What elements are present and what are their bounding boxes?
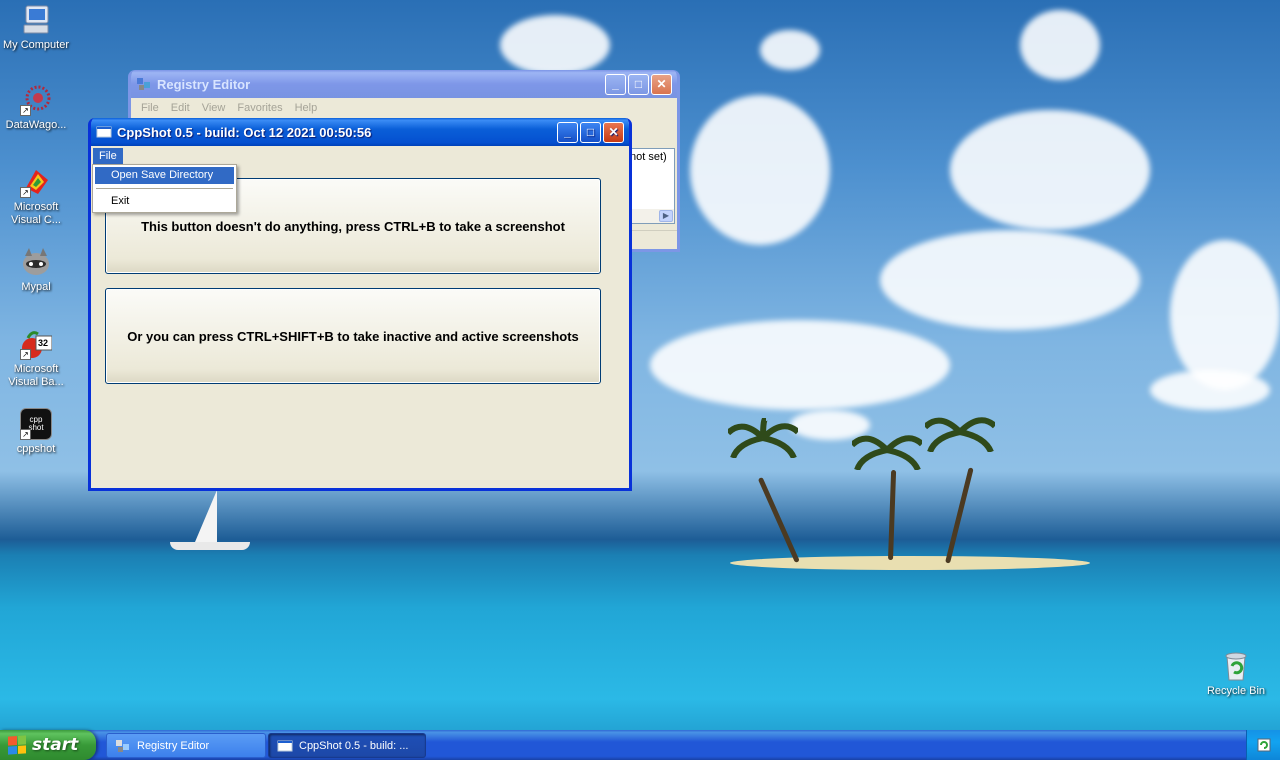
visual-c-icon: ↗ [20, 166, 52, 198]
palm-leaves [925, 417, 995, 452]
desktop-icon-recycle-bin[interactable]: Recycle Bin [1198, 650, 1274, 698]
desktop-icon-label: cppshot [16, 443, 56, 455]
desktop-icon-visual-c[interactable]: ↗ Microsoft Visual C... [0, 166, 74, 227]
cppshot-titlebar[interactable]: CppShot 0.5 - build: Oct 12 2021 00:50:5… [91, 118, 629, 146]
cloud [1150, 370, 1270, 410]
file-menu-dropdown: Open Save Directory Exit [92, 164, 237, 213]
scroll-right-button[interactable]: ▶ [659, 210, 673, 222]
cppshot-window-icon [277, 740, 293, 751]
shortcut-arrow-icon: ↗ [20, 187, 31, 198]
desktop-icon-cppshot[interactable]: cpp shot ↗ cppshot [0, 408, 74, 456]
cloud [760, 30, 820, 70]
chevron-right-icon: ▶ [662, 211, 670, 220]
taskbar-button-cppshot[interactable]: CppShot 0.5 - build: ... [268, 733, 426, 758]
close-button[interactable]: ✕ [651, 73, 672, 95]
taskbar: start Registry Editor CppShot 0.5 - buil… [0, 730, 1280, 760]
minimize-icon: _ [564, 125, 571, 139]
sailboat [195, 490, 217, 542]
palm-tree [888, 469, 897, 561]
shortcut-arrow-icon: ↗ [20, 349, 31, 360]
datawago-icon: ↗ [20, 84, 52, 116]
close-button[interactable]: ✕ [603, 121, 624, 143]
shortcut-arrow-icon: ↗ [20, 429, 31, 440]
menu-help[interactable]: Help [289, 100, 324, 116]
desktop-icon-my-computer[interactable]: My Computer [0, 4, 74, 52]
system-tray [1246, 730, 1280, 760]
close-icon: ✕ [608, 125, 619, 139]
desktop-icon-visual-basic[interactable]: 32 ↗ Microsoft Visual Ba... [0, 328, 74, 389]
windows-logo-icon [8, 735, 26, 755]
sailboat-hull [170, 542, 250, 550]
desktop-icon-label: Microsoft Visual C... [11, 201, 61, 226]
cloud [690, 95, 830, 245]
menu-file[interactable]: File [135, 100, 165, 116]
inactive-active-button[interactable]: Or you can press CTRL+SHIFT+B to take in… [105, 288, 601, 384]
vb-badge: 32 [38, 338, 49, 348]
cloud [650, 320, 950, 410]
cloud [950, 110, 1150, 230]
inactive-active-button-label: Or you can press CTRL+SHIFT+B to take in… [127, 328, 579, 344]
palm-leaves [852, 435, 922, 470]
menu-file[interactable]: File [93, 147, 123, 164]
taskbar-button-label: Registry Editor [137, 739, 210, 752]
screenshot-button-label: This button doesn't do anything, press C… [141, 218, 565, 234]
palm-leaves [728, 418, 798, 458]
cppshot-icon: cpp shot ↗ [20, 408, 52, 440]
minimize-icon: _ [612, 77, 619, 91]
menu-item-open-save-directory[interactable]: Open Save Directory [95, 167, 234, 184]
cppshot-title: CppShot 0.5 - build: Oct 12 2021 00:50:5… [117, 124, 372, 140]
cloud [500, 15, 610, 75]
menu-separator [96, 188, 233, 189]
start-label: start [32, 735, 79, 755]
registry-editor-menubar: File Edit View Favorites Help [131, 98, 677, 117]
menu-item-exit[interactable]: Exit [95, 193, 234, 210]
close-icon: ✕ [656, 77, 667, 91]
menu-view[interactable]: View [196, 100, 232, 116]
menu-edit[interactable]: Edit [165, 100, 196, 116]
my-computer-icon [20, 4, 52, 36]
desktop-icon-label: Mypal [21, 281, 51, 293]
taskbar-button-label: CppShot 0.5 - build: ... [299, 739, 409, 752]
registry-editor-title: Registry Editor [157, 76, 251, 92]
minimize-button[interactable]: _ [605, 73, 626, 95]
taskbar-button-registry-editor[interactable]: Registry Editor [106, 733, 266, 758]
maximize-button[interactable]: □ [628, 73, 649, 95]
cppshot-window-icon [96, 126, 112, 138]
maximize-icon: □ [634, 77, 643, 91]
start-button[interactable]: start [0, 730, 96, 760]
maximize-icon: □ [586, 125, 595, 139]
visual-basic-icon: 32 ↗ [20, 328, 53, 360]
recycle-tray-icon[interactable] [1256, 737, 1272, 753]
palm-tree [945, 467, 974, 564]
registry-editor-icon [137, 78, 150, 90]
desktop-icon-label: Microsoft Visual Ba... [8, 363, 64, 388]
minimize-button[interactable]: _ [557, 121, 578, 143]
desktop-icon-mypal[interactable]: Mypal [0, 246, 74, 294]
desktop-icon-label: My Computer [2, 39, 70, 51]
desktop-icon-label: DataWago... [5, 119, 67, 131]
menu-favorites[interactable]: Favorites [231, 100, 288, 116]
registry-editor-titlebar[interactable]: Registry Editor _ □ ✕ [131, 70, 677, 98]
desktop-icon-datawago[interactable]: ↗ DataWago... [0, 84, 74, 132]
cloud [1170, 240, 1280, 390]
registry-editor-icon [116, 739, 129, 752]
maximize-button[interactable]: □ [580, 121, 601, 143]
desktop-icon-label: Recycle Bin [1206, 685, 1266, 697]
mypal-raccoon-icon [20, 246, 52, 278]
registry-value-text: not set) [630, 151, 667, 163]
shortcut-arrow-icon: ↗ [20, 105, 31, 116]
island [730, 556, 1090, 570]
cppshot-menubar: File [91, 146, 629, 165]
cloud [880, 230, 1140, 330]
recycle-bin-icon [1220, 650, 1252, 682]
palm-tree [757, 476, 800, 564]
cloud [1020, 10, 1100, 80]
